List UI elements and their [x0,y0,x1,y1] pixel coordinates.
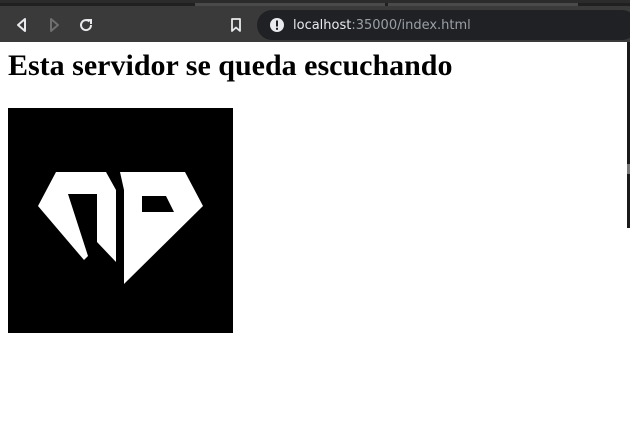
forward-button[interactable] [40,11,68,39]
forward-arrow-icon [50,18,59,32]
tab-segment [388,3,578,6]
tab-strip [0,3,630,6]
tab-segment [195,3,385,6]
bookmark-icon [231,18,241,32]
reload-button[interactable] [72,11,100,39]
page-content: Esta servidor se queda escuchando [0,42,630,422]
address-bar[interactable]: localhost:35000/index.html [257,10,630,40]
logo-mark [38,172,203,284]
url-text[interactable]: localhost:35000/index.html [293,18,471,33]
url-path: :35000/index.html [351,17,471,33]
bookmark-button[interactable] [222,11,250,39]
browser-toolbar: localhost:35000/index.html [0,0,630,42]
url-host: localhost [293,17,352,33]
page-heading: Esta servidor se queda escuchando [8,49,453,82]
logo-image [8,108,233,333]
info-icon[interactable] [269,17,285,33]
back-arrow-icon [17,18,26,32]
back-button[interactable] [8,11,36,39]
reload-icon [80,19,93,32]
